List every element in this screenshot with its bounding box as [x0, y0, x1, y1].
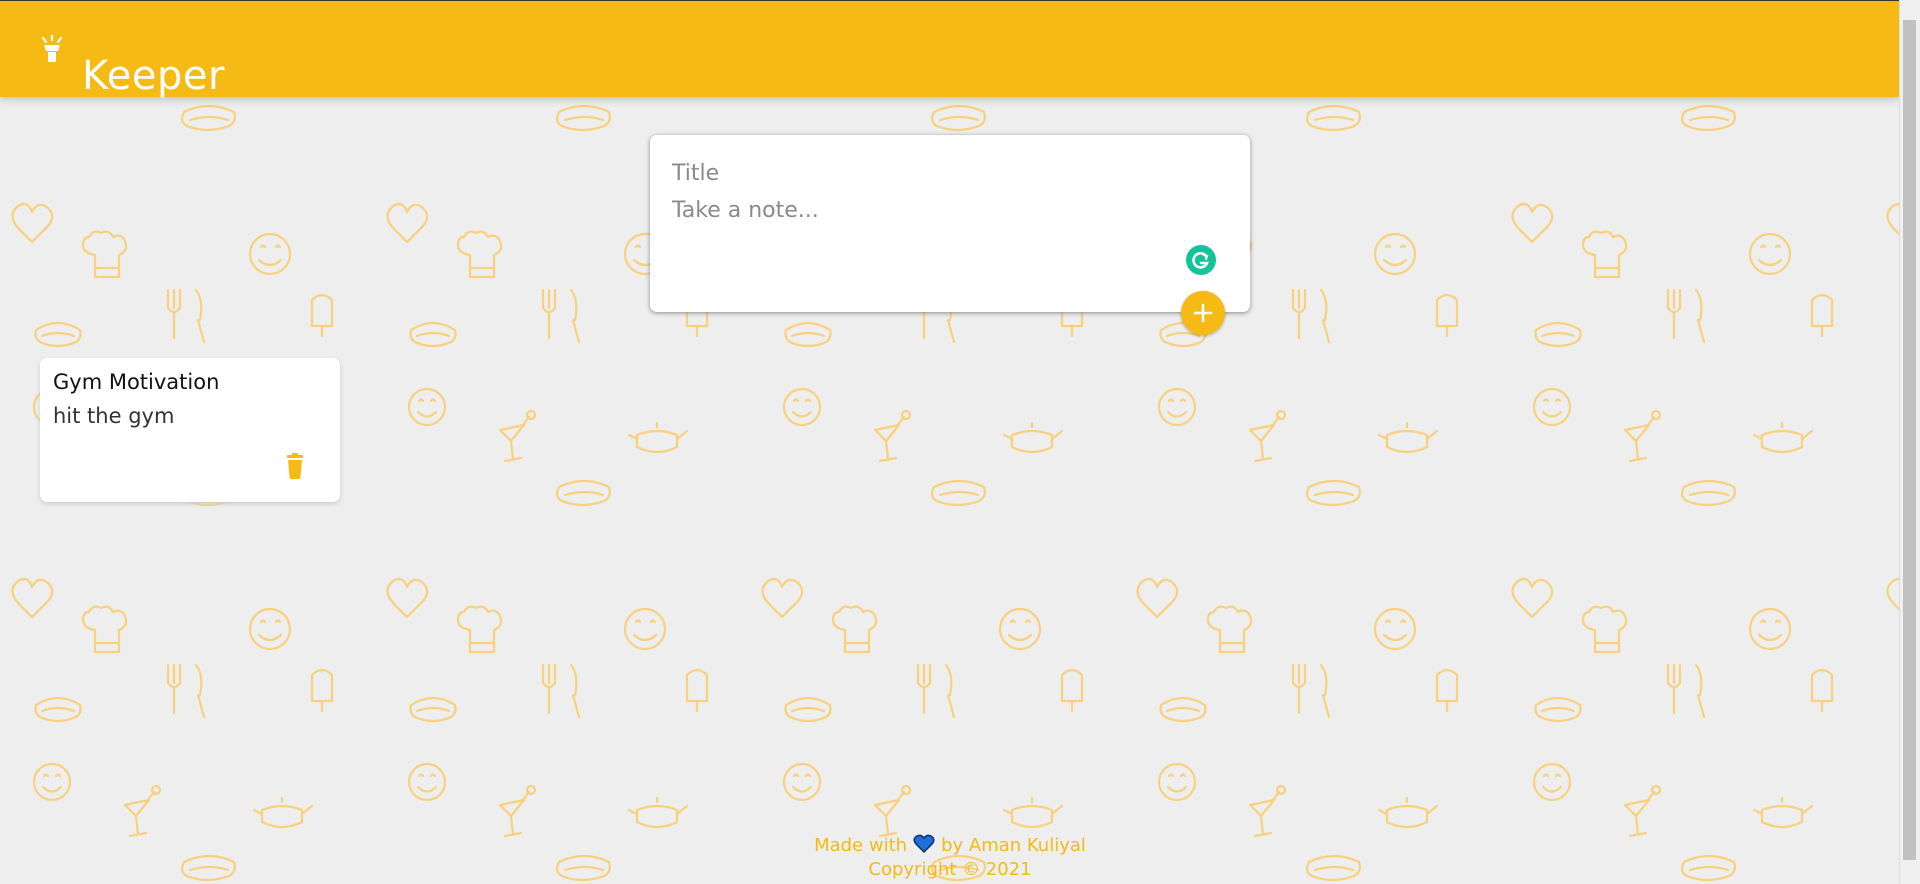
vertical-scrollbar[interactable] [1899, 0, 1920, 884]
note-content-input[interactable] [672, 195, 1212, 275]
note-title: Gym Motivation [53, 370, 220, 394]
made-with-prefix: Made with [814, 835, 908, 856]
app-header: Keeper [0, 1, 1900, 99]
made-with-line: Made with by Aman Kuliyal [0, 834, 1900, 858]
delete-note-button[interactable] [280, 450, 310, 482]
page-footer: Made with by Aman Kuliyal Copyright © 20… [0, 834, 1900, 882]
app-title: Keeper [82, 52, 225, 99]
grammarly-icon[interactable] [1186, 245, 1216, 275]
copyright-text: Copyright © 2021 [868, 859, 1032, 880]
note-composer [650, 135, 1250, 312]
scrollbar-thumb[interactable] [1903, 20, 1916, 860]
window-top-border [0, 0, 1920, 1]
plus-icon [1193, 303, 1213, 323]
lightbulb-icon [41, 35, 63, 62]
note-card: Gym Motivation hit the gym [40, 358, 340, 502]
add-note-button[interactable] [1181, 291, 1225, 335]
note-title-input[interactable] [672, 157, 1212, 189]
trash-icon [287, 453, 303, 479]
heart-icon [913, 834, 935, 854]
note-content: hit the gym [53, 404, 175, 428]
made-with-suffix: by Aman Kuliyal [941, 835, 1086, 856]
